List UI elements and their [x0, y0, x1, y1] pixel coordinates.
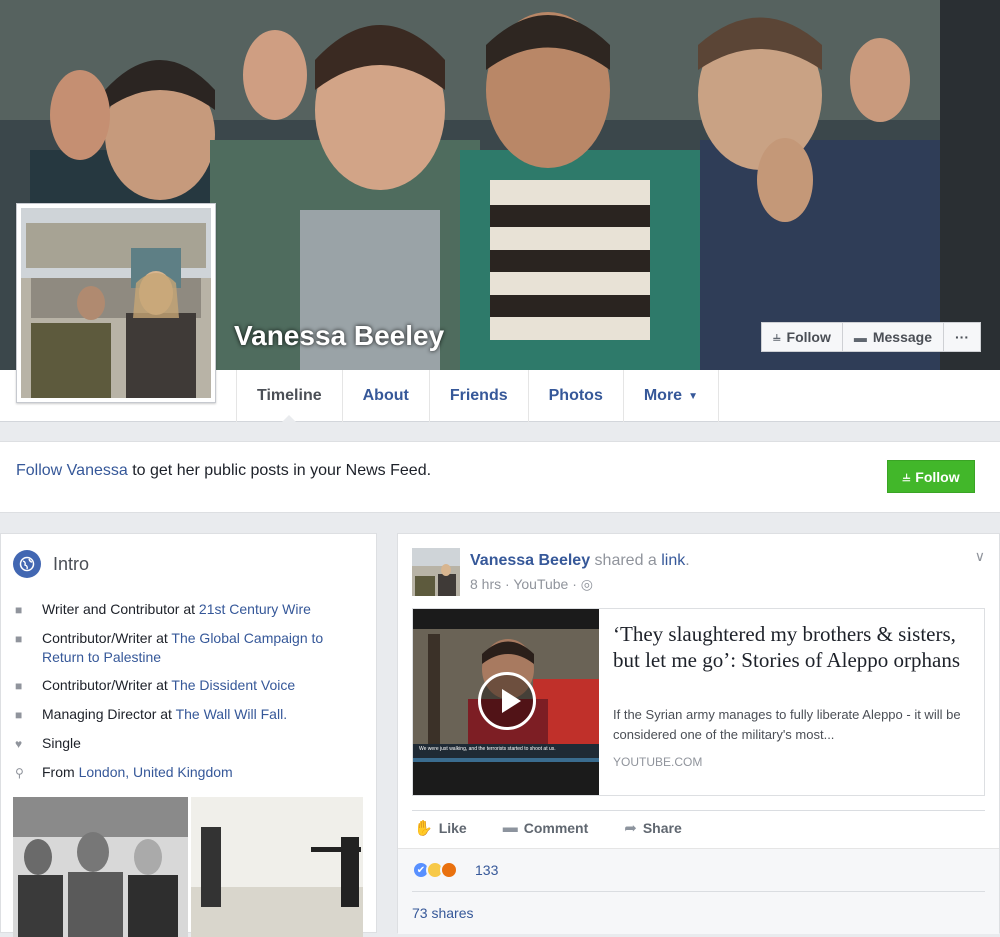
- like-label: Like: [438, 819, 467, 836]
- briefcase-icon: ■: [15, 632, 23, 646]
- comment-button[interactable]: ▬ Comment: [503, 819, 589, 836]
- intro-item-text: From: [42, 764, 79, 780]
- briefcase-icon: ■: [15, 708, 23, 722]
- follow-green-button[interactable]: ⫨ Follow: [887, 460, 975, 493]
- follow-profile-link[interactable]: Follow Vanessa: [16, 462, 128, 479]
- intro-item-work: ■ Writer and Contributor at 21st Century…: [15, 600, 355, 620]
- post-header: Vanessa Beeley shared a link.: [470, 552, 690, 570]
- follow-prompt: Follow Vanessa to get her public posts i…: [16, 462, 431, 480]
- intro-item-link[interactable]: London, United Kingdom: [79, 764, 233, 780]
- divider: [412, 891, 985, 892]
- profile-picture[interactable]: [16, 203, 216, 403]
- intro-list: ■ Writer and Contributor at 21st Century…: [15, 600, 355, 792]
- post-meta: 8 hrs · YouTube · ◎: [470, 576, 594, 592]
- post-card: Vanessa Beeley shared a link. 8 hrs · Yo…: [397, 533, 1000, 934]
- video-thumbnail[interactable]: We were just walking, and the terrorists…: [413, 609, 599, 795]
- caret-down-icon: ▼: [688, 390, 698, 402]
- post-source[interactable]: YouTube: [513, 576, 568, 592]
- play-icon[interactable]: [478, 672, 536, 730]
- profile-name[interactable]: Vanessa Beeley: [234, 320, 444, 352]
- tab-more-label: More: [643, 387, 683, 404]
- shares-count[interactable]: 73 shares: [412, 905, 473, 921]
- briefcase-icon: ■: [15, 603, 23, 617]
- tab-photos[interactable]: Photos: [527, 370, 623, 422]
- intro-item-text: Contributor/Writer at: [42, 630, 172, 646]
- message-button[interactable]: ▬ Message: [842, 322, 944, 352]
- intro-card: Intro ■ Writer and Contributor at 21st C…: [0, 533, 377, 937]
- location-pin-icon: ⚲: [15, 766, 24, 780]
- link-domain: YOUTUBE.COM: [613, 755, 703, 769]
- video-caption: We were just walking, and the terrorists…: [419, 746, 556, 752]
- post-action-text: shared a: [590, 552, 662, 569]
- tab-about[interactable]: About: [341, 370, 429, 422]
- follow-banner: Follow Vanessa to get her public posts i…: [0, 441, 1000, 513]
- cover-action-buttons: ⫨ Follow ▬ Message ···: [761, 322, 981, 352]
- share-label: Share: [642, 819, 682, 836]
- comment-label: Comment: [523, 819, 589, 836]
- angry-reaction-icon: [440, 861, 458, 879]
- intro-item-work: ■ Contributor/Writer at The Global Campa…: [15, 629, 355, 667]
- photo-thumbnail[interactable]: [191, 797, 363, 937]
- globe-icon: ◎: [580, 576, 594, 592]
- post-author-name[interactable]: Vanessa Beeley: [470, 552, 590, 569]
- intro-item-link[interactable]: The Dissident Voice: [171, 677, 295, 693]
- link-preview[interactable]: We were just walking, and the terrorists…: [412, 608, 985, 796]
- more-options-label: ···: [955, 329, 969, 345]
- post-period: .: [685, 552, 690, 569]
- rss-icon: ⫨: [902, 468, 911, 484]
- intro-item-hometown: ⚲ From London, United Kingdom: [15, 763, 355, 783]
- follow-prompt-text: to get her public posts in your News Fee…: [127, 462, 432, 479]
- link-description: If the Syrian army manages to fully libe…: [613, 707, 961, 742]
- thumbs-up-icon: ✋: [414, 819, 433, 837]
- tab-more[interactable]: More ▼: [622, 370, 719, 422]
- share-arrow-icon: ➦: [624, 819, 637, 837]
- link-title[interactable]: ‘They slaughtered my brothers & sisters,…: [613, 621, 973, 673]
- intro-item-text: Managing Director at: [42, 706, 176, 722]
- follow-green-label: Follow: [915, 468, 960, 485]
- comment-icon: ▬: [502, 819, 518, 836]
- reaction-icons[interactable]: ✔: [412, 861, 458, 879]
- tab-friends[interactable]: Friends: [428, 370, 528, 422]
- reaction-count[interactable]: 133: [475, 862, 498, 878]
- intro-item-link[interactable]: 21st Century Wire: [199, 601, 311, 617]
- globe-icon: [13, 550, 41, 578]
- intro-item-work: ■ Contributor/Writer at The Dissident Vo…: [15, 676, 355, 696]
- intro-item-text: Writer and Contributor at: [42, 601, 199, 617]
- intro-title: Intro: [53, 553, 90, 574]
- reactions-bar: ✔ 133 73 shares: [398, 848, 999, 934]
- intro-item-work: ■ Managing Director at The Wall Will Fal…: [15, 705, 355, 725]
- intro-item-text: Contributor/Writer at: [42, 677, 172, 693]
- profile-image: [21, 208, 211, 398]
- photo-thumbnail[interactable]: [13, 797, 188, 937]
- intro-item-relationship: ♥ Single: [15, 734, 355, 754]
- more-options-button[interactable]: ···: [944, 322, 981, 352]
- post-actions: ✋ Like ▬ Comment ➦ Share: [412, 810, 985, 844]
- briefcase-icon: ■: [15, 679, 23, 693]
- share-button[interactable]: ➦ Share: [624, 819, 682, 837]
- rss-icon: ⫨: [773, 329, 781, 344]
- message-button-label: Message: [872, 329, 932, 345]
- post-timestamp[interactable]: 8 hrs: [470, 576, 501, 592]
- message-icon: ▬: [853, 329, 867, 345]
- intro-item-link[interactable]: The Wall Will Fall.: [176, 706, 288, 722]
- avatar[interactable]: [412, 548, 460, 596]
- like-button[interactable]: ✋ Like: [414, 819, 467, 837]
- heart-icon: ♥: [15, 737, 23, 751]
- post-link-word[interactable]: link: [661, 552, 685, 569]
- follow-button-label: Follow: [786, 329, 831, 345]
- intro-photos: [13, 797, 363, 937]
- intro-item-text: Single: [42, 735, 81, 751]
- chevron-down-icon[interactable]: ∨: [975, 548, 985, 565]
- follow-button[interactable]: ⫨ Follow: [761, 322, 843, 352]
- tab-timeline[interactable]: Timeline: [236, 370, 342, 423]
